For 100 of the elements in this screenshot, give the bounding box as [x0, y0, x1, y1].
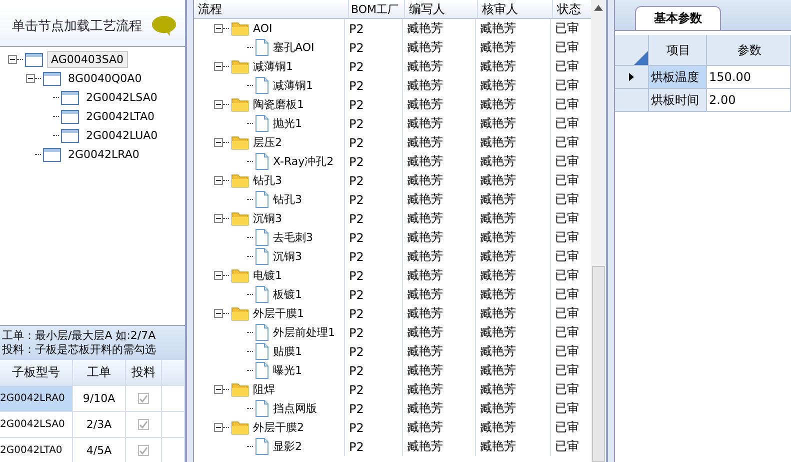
- document-icon: [255, 286, 269, 303]
- document-icon: [255, 343, 269, 360]
- collapse-icon[interactable]: [214, 176, 223, 185]
- tree-node[interactable]: 2G0042LUA0: [83, 128, 161, 143]
- scrollbar[interactable]: [591, 0, 606, 462]
- table-cell: P2: [345, 285, 403, 304]
- tree-node[interactable]: X-Ray冲孔2: [273, 154, 334, 169]
- table-cell-text: 已审: [554, 381, 580, 398]
- tree-node[interactable]: 减薄铜1: [253, 59, 293, 74]
- document-icon: [255, 115, 269, 132]
- column-header[interactable]: 投料: [126, 360, 162, 385]
- tree-node[interactable]: 板镀1: [273, 287, 302, 302]
- row-header[interactable]: [615, 66, 649, 88]
- table-cell: 臧艳芳: [403, 190, 476, 209]
- hint-text: 投料：子板是芯板开料的需勾选: [2, 343, 157, 357]
- tab[interactable]: 基本参数: [635, 6, 721, 30]
- folder-icon: [231, 382, 249, 397]
- collapse-icon[interactable]: [214, 385, 223, 394]
- hint-text: 工单：最小层/最大层A 如:2/7A: [2, 329, 157, 343]
- collapse-icon[interactable]: [26, 74, 35, 83]
- table-cell: 臧艳芳: [403, 57, 476, 76]
- table-cell: P2: [345, 57, 403, 76]
- table-cell-text: 已审: [554, 172, 580, 189]
- collapse-icon[interactable]: [214, 24, 223, 33]
- table-cell-text: 已审: [554, 210, 580, 227]
- column-header[interactable]: 工单: [73, 360, 126, 385]
- column-header[interactable]: 子板型号: [0, 360, 73, 385]
- collapse-icon[interactable]: [214, 138, 223, 147]
- table-cell: 臧艳芳: [476, 247, 551, 266]
- table-cell: 臧艳芳: [476, 95, 551, 114]
- checkbox[interactable]: [138, 445, 149, 456]
- tree-node[interactable]: 外层干膜2: [253, 420, 304, 435]
- table-cell: P2: [345, 209, 403, 228]
- table-cell: 2/3A: [73, 412, 126, 437]
- document-icon: [255, 191, 269, 208]
- collapse-icon[interactable]: [214, 214, 223, 223]
- column-header[interactable]: BOM工厂: [349, 0, 405, 18]
- tree-node[interactable]: 沉铜3: [253, 211, 282, 226]
- tree-node[interactable]: 塞孔AOI: [273, 40, 314, 55]
- tree-node[interactable]: 钻孔3: [253, 173, 282, 188]
- document-icon: [255, 438, 269, 455]
- tree-node[interactable]: 贴膜1: [273, 344, 302, 359]
- checkbox[interactable]: [138, 393, 149, 404]
- tree-node[interactable]: 电镀1: [253, 268, 282, 283]
- column-header[interactable]: 流程: [194, 0, 349, 18]
- folder-icon: [231, 173, 249, 188]
- window-icon: [61, 90, 79, 104]
- tree-node[interactable]: 曝光1: [273, 363, 302, 378]
- folder-icon: [231, 268, 249, 283]
- table-cell: 2G0042LTA0: [0, 438, 73, 462]
- tree-node[interactable]: 2G0042LRA0: [65, 147, 142, 162]
- document-icon: [255, 324, 269, 341]
- tree-node[interactable]: 钻孔3: [273, 192, 302, 207]
- column-header[interactable]: 参数: [707, 35, 791, 65]
- tree-node[interactable]: 8G0040Q0A0: [65, 71, 145, 86]
- tree-node[interactable]: 2G0042LSA0: [83, 90, 160, 105]
- tree-node[interactable]: AG00403SA0: [47, 51, 128, 68]
- table-cell: P2: [345, 342, 403, 361]
- table-cell: 臧艳芳: [403, 133, 476, 152]
- checkbox[interactable]: [138, 419, 149, 430]
- tree-node[interactable]: 抛光1: [273, 116, 302, 131]
- tree-node[interactable]: 去毛刺3: [273, 230, 313, 245]
- scroll-thumb[interactable]: [592, 266, 605, 462]
- column-header[interactable]: 项目: [649, 35, 707, 65]
- tree-node[interactable]: 挡点网版: [273, 401, 317, 416]
- table-cell-text: 已审: [554, 229, 580, 246]
- collapse-icon[interactable]: [214, 271, 223, 280]
- tree-node[interactable]: 外层干膜1: [253, 306, 304, 321]
- table-cell: 9/10A: [73, 386, 126, 411]
- folder-icon: [231, 59, 249, 74]
- tree-node[interactable]: 层压2: [253, 135, 282, 150]
- document-icon: [255, 229, 269, 246]
- collapse-icon[interactable]: [214, 100, 223, 109]
- splitter-handle[interactable]: [186, 0, 194, 462]
- tree-node[interactable]: 外层前处理1: [273, 325, 335, 340]
- table-cell: 臧艳芳: [476, 304, 551, 323]
- tree-node[interactable]: AOI: [253, 22, 272, 35]
- column-header[interactable]: 核审人: [478, 0, 553, 18]
- tree-node[interactable]: 沉铜3: [273, 249, 302, 264]
- column-header[interactable]: 编写人: [405, 0, 478, 18]
- collapse-icon[interactable]: [8, 55, 17, 64]
- collapse-icon[interactable]: [214, 423, 223, 432]
- tree-node[interactable]: 减薄铜1: [273, 78, 313, 93]
- column-header[interactable]: 状态: [553, 0, 591, 18]
- tree-node[interactable]: 显影2: [273, 439, 302, 454]
- table-cell: P2: [345, 190, 403, 209]
- table-cell-text: 已审: [554, 438, 580, 455]
- tree-node[interactable]: 阻焊: [253, 382, 275, 397]
- splitter-handle[interactable]: [607, 0, 615, 462]
- collapse-icon[interactable]: [214, 62, 223, 71]
- table-cell: P2: [345, 304, 403, 323]
- tree-node[interactable]: 陶瓷磨板1: [253, 97, 304, 112]
- table-cell: 臧艳芳: [403, 38, 476, 57]
- table-cell: 臧艳芳: [476, 437, 551, 456]
- scroll-up-icon[interactable]: [594, 5, 603, 11]
- table-cell: 2.00: [707, 89, 791, 111]
- table-cell: 臧艳芳: [403, 399, 476, 418]
- table-cell: 臧艳芳: [476, 19, 551, 38]
- collapse-icon[interactable]: [214, 309, 223, 318]
- tree-node[interactable]: 2G0042LTA0: [83, 109, 158, 124]
